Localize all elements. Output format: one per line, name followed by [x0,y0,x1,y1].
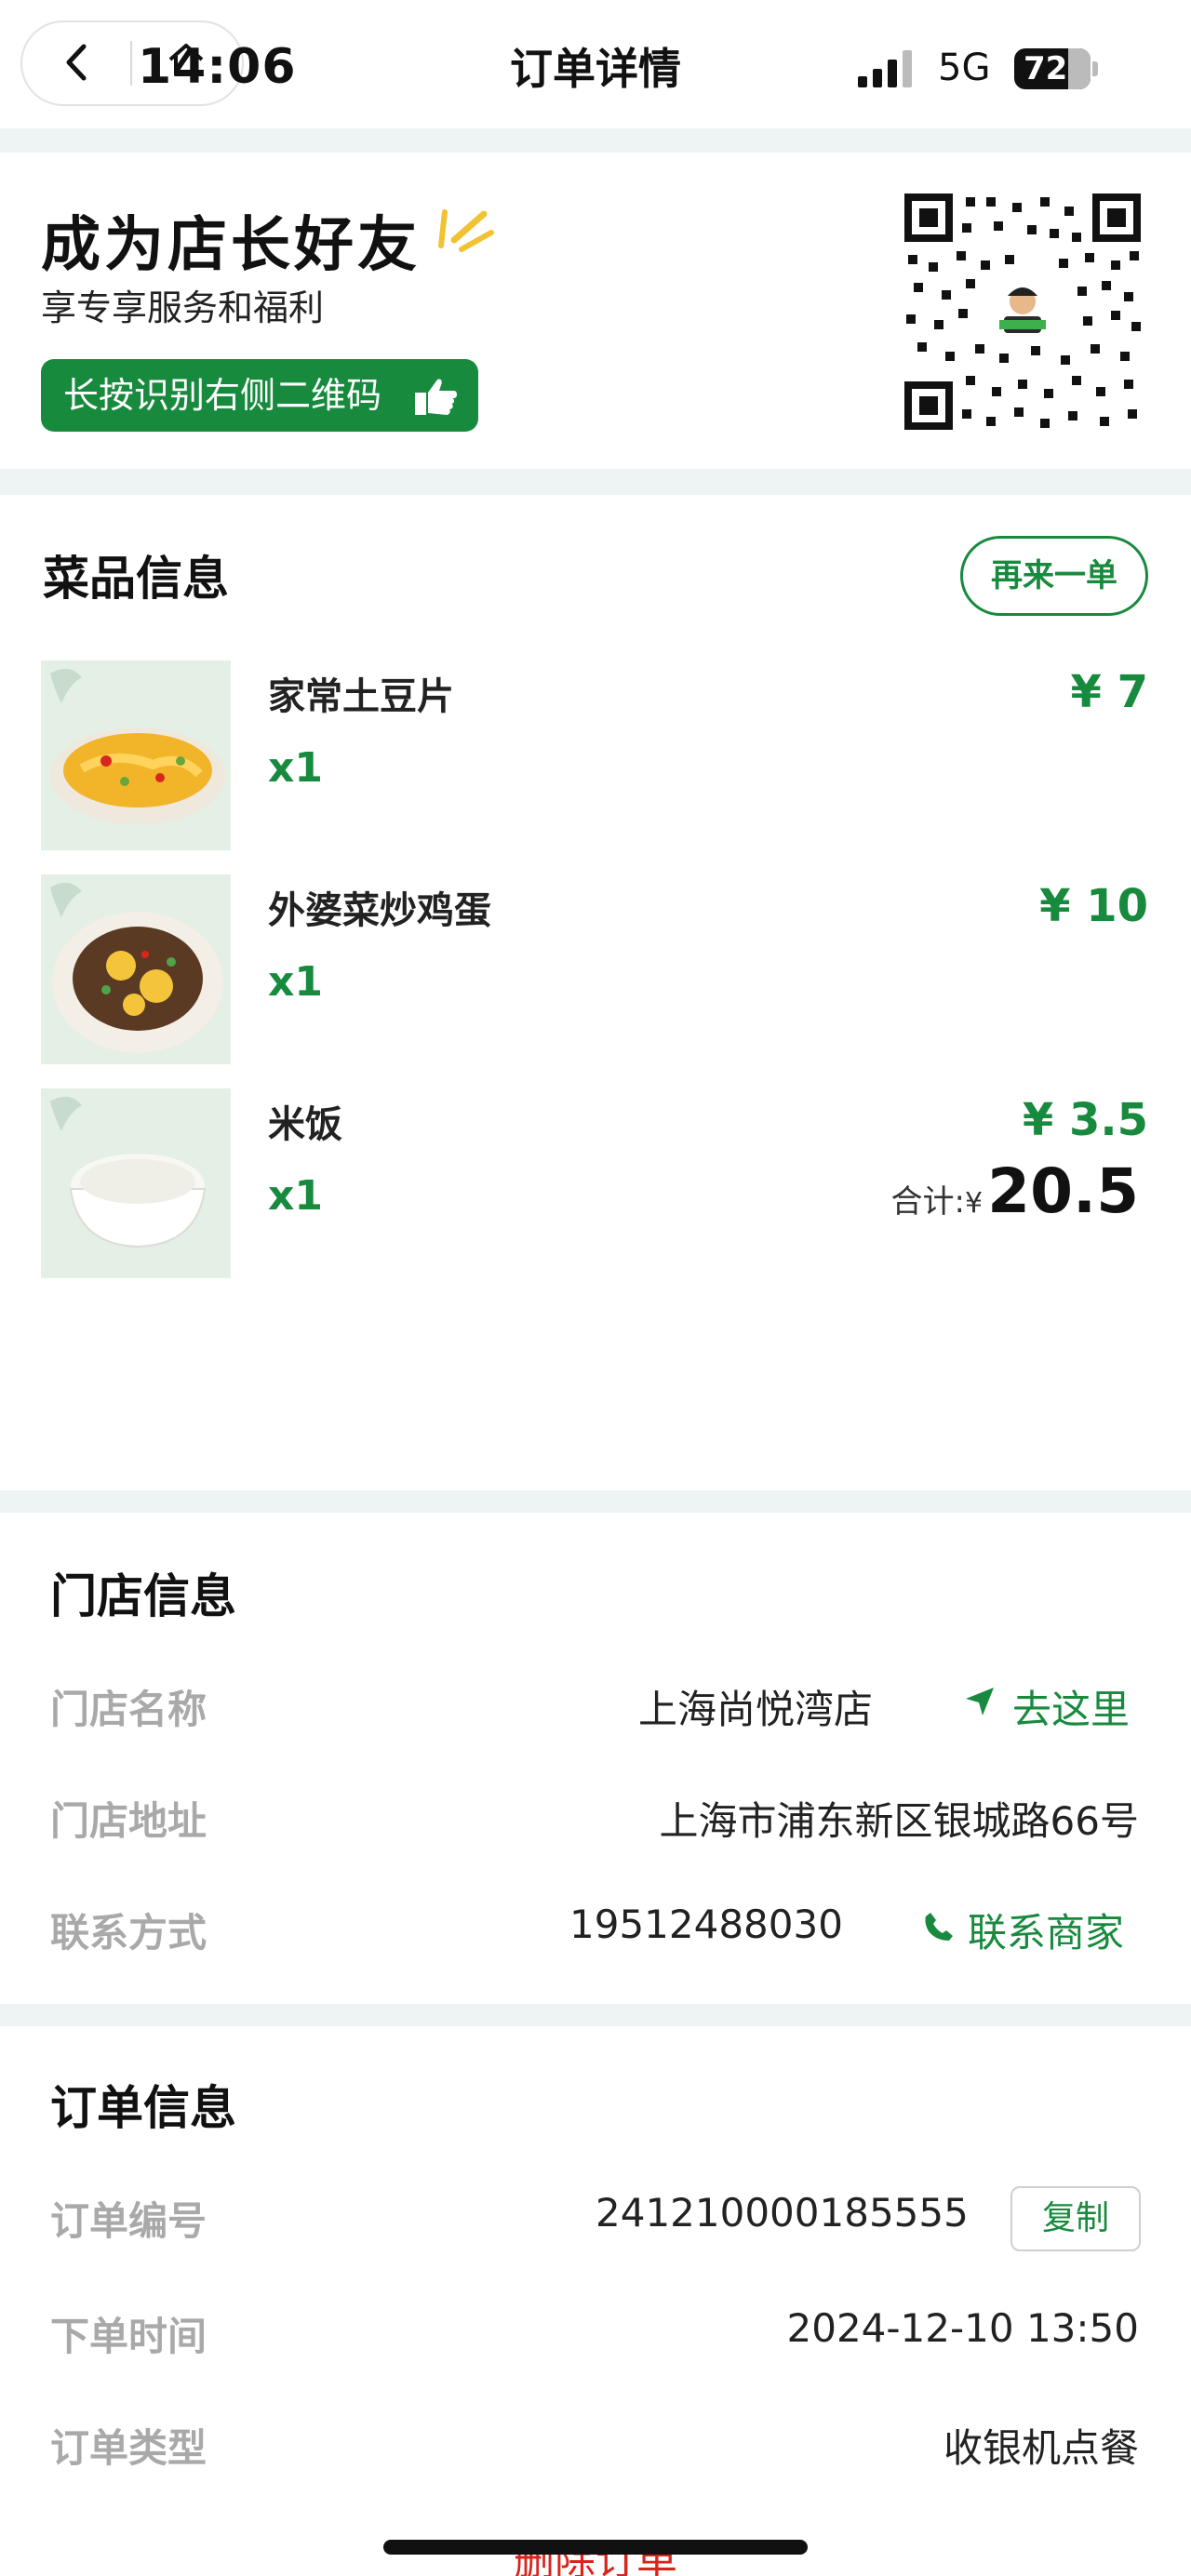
dish-row[interactable]: 外婆菜炒鸡蛋 x1 ¥ 10 [0,874,1191,1066]
dish-section-title: 菜品信息 [43,552,229,606]
dish-quantity: x1 [268,1172,323,1220]
order-detail-page: 14:06 订单详情 5G 72 成为店长好友 享专享服务和福利 长按识别右侧二… [0,0,1191,2576]
phone-icon[interactable] [923,1911,955,1942]
page-title: 订单详情 [510,44,681,94]
order-number-value: 241210000185555 [596,2190,969,2236]
dish-name: 家常土豆片 [268,675,454,718]
dish-price: ¥ 10 [1039,880,1148,932]
order-type-value: 收银机点餐 [943,2425,1139,2471]
total-label: 合计: [890,1183,965,1221]
navigation-arrow-icon[interactable] [964,1686,996,1717]
battery-indicator: 72 [1014,48,1091,89]
pointing-hand-icon [415,379,457,415]
top-bar: 14:06 订单详情 5G 72 [0,0,1191,128]
store-name-label: 门店名称 [50,1687,207,1732]
egg-stir-fry-photo [41,874,231,1064]
order-section-title: 订单信息 [50,2081,236,2135]
order-number-label: 订单编号 [50,2198,207,2244]
store-name-value: 上海尚悦湾店 [638,1687,874,1732]
network-type: 5G [938,47,991,89]
dish-quantity: x1 [268,958,323,1006]
scan-qr-button-label: 长按识别右侧二维码 [63,375,382,416]
order-type-row: 订单类型 收银机点餐 [0,2408,1191,2482]
home-indicator [383,2540,808,2555]
order-info-card: 订单信息 订单编号 241210000185555 下单时间 2024-12-1… [0,2026,1191,2576]
order-time-value: 2024-12-10 13:50 [786,2305,1139,2351]
store-section-title: 门店信息 [50,1569,236,1623]
order-total: 合计:¥ 20.5 [891,1155,1140,1227]
rice-bowl-photo [41,1088,231,1278]
dish-info-card: 菜品信息 再来一单 家常土豆片 x1 ¥ 7 外婆菜炒鸡蛋 x1 ¥ 10 米饭… [0,495,1191,1490]
promo-title: 成为店长好友 [41,211,421,280]
dish-quantity: x1 [268,744,323,792]
store-manager-qr-code[interactable] [901,190,1144,434]
store-contact-row: 联系方式 19512488030 联系商家 [0,1892,1191,1967]
battery-empty-part [1068,48,1091,89]
sparkle-icon [438,209,494,252]
total-currency: ¥ [964,1187,984,1220]
order-time-row: 下单时间 2024-12-10 13:50 [0,2296,1191,2370]
dish-image [41,661,231,850]
potato-slices-photo [41,661,231,850]
battery-level: 72 [1024,50,1068,87]
contact-merchant-link[interactable]: 联系商家 [968,1902,1124,1958]
order-time-label: 下单时间 [50,2314,207,2359]
store-address-label: 门店地址 [50,1798,207,1844]
store-info-card: 门店信息 门店名称 上海尚悦湾店 去这里 门店地址 上海市浦东新区银城路66号 … [0,1513,1191,2004]
store-phone-value: 19512488030 [569,1902,843,1947]
dish-price: ¥ 7 [1070,666,1148,718]
store-friend-promo-card: 成为店长好友 享专享服务和福利 长按识别右侧二维码 [0,153,1191,469]
copy-order-number-button[interactable]: 复制 [1010,2186,1141,2251]
store-address-row: 门店地址 上海市浦东新区银城路66号 [0,1781,1191,1855]
store-contact-label: 联系方式 [50,1910,207,1955]
battery-tip [1092,61,1098,76]
total-amount: 20.5 [987,1155,1139,1227]
dish-image [41,1088,231,1278]
dish-name: 外婆菜炒鸡蛋 [268,889,491,932]
reorder-button[interactable]: 再来一单 [960,536,1148,616]
dish-name: 米饭 [268,1103,342,1146]
dish-price: ¥ 3.5 [1022,1094,1148,1146]
go-here-link[interactable]: 去这里 [1012,1678,1130,1735]
signal-icon [858,50,912,87]
store-name-row: 门店名称 上海尚悦湾店 去这里 [0,1669,1191,1743]
order-type-label: 订单类型 [50,2425,207,2471]
dish-image [41,874,231,1064]
store-address-value: 上海市浦东新区银城路66号 [659,1798,1139,1844]
promo-subtitle: 享专享服务和福利 [41,287,325,328]
dish-row[interactable]: 家常土豆片 x1 ¥ 7 [0,661,1191,852]
